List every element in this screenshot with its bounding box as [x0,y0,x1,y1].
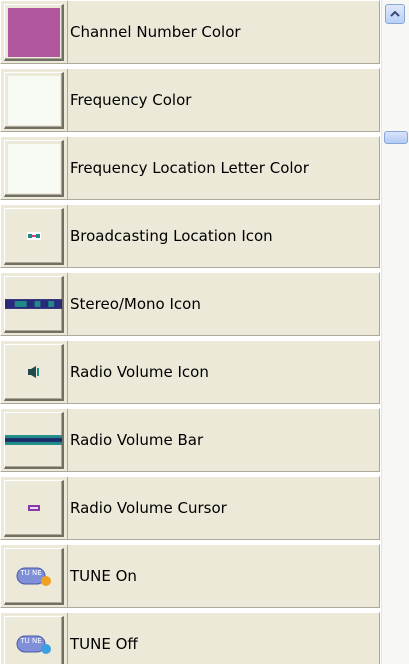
list-item-channel-number-color[interactable]: Channel Number Color [0,0,380,64]
item-label: Frequency Location Letter Color [67,137,309,199]
color-swatch-button[interactable] [4,72,64,129]
svg-text:TU NE: TU NE [19,637,41,645]
broadcast-location-icon [26,232,41,240]
volume-bar-icon [5,435,62,445]
tune-off-icon: TU NE [16,635,51,654]
vertical-scrollbar[interactable] [381,0,409,664]
list-item-broadcasting-location-icon[interactable]: Broadcasting Location Icon [0,204,380,268]
list-item-radio-volume-bar[interactable]: Radio Volume Bar [0,408,380,472]
speaker-icon [27,366,39,378]
magenta-swatch [7,7,60,57]
list-item-frequency-location-letter-color[interactable]: Frequency Location Letter Color [0,136,380,200]
icon-button[interactable] [4,412,64,469]
item-label: Radio Volume Icon [67,341,209,403]
white-swatch [7,143,60,193]
svg-text:TU NE: TU NE [19,569,41,577]
list-item-radio-volume-cursor[interactable]: Radio Volume Cursor [0,476,380,540]
list-item-tune-on[interactable]: TU NE TUNE On [0,544,380,608]
scroll-up-button[interactable] [385,4,405,24]
scroll-thumb[interactable] [384,131,408,144]
icon-button[interactable] [4,344,64,401]
item-label: TUNE Off [67,613,138,664]
item-label: Stereo/Mono Icon [67,273,201,335]
chevron-up-icon [390,11,400,17]
color-swatch-button[interactable] [4,140,64,197]
settings-list: Channel Number Color Frequency Color Fre… [0,0,381,664]
white-swatch [7,75,60,125]
icon-button[interactable]: TU NE [4,548,64,605]
icon-button[interactable] [4,208,64,265]
item-label: TUNE On [67,545,137,607]
item-label: Radio Volume Bar [67,409,203,471]
item-label: Broadcasting Location Icon [67,205,273,267]
icon-button[interactable] [4,480,64,537]
tune-on-icon: TU NE [16,567,51,586]
list-item-stereo-mono-icon[interactable]: Stereo/Mono Icon [0,272,380,336]
item-label: Channel Number Color [67,1,241,63]
icon-button[interactable]: TU NE [4,616,64,664]
item-label: Frequency Color [67,69,191,131]
item-label: Radio Volume Cursor [67,477,227,539]
list-item-frequency-color[interactable]: Frequency Color [0,68,380,132]
volume-cursor-icon [27,505,40,511]
icon-button[interactable] [4,276,64,333]
list-item-tune-off[interactable]: TU NE TUNE Off [0,612,380,664]
list-item-radio-volume-icon[interactable]: Radio Volume Icon [0,340,380,404]
stereo-mono-icon [5,299,62,309]
color-swatch-button[interactable] [4,4,64,61]
